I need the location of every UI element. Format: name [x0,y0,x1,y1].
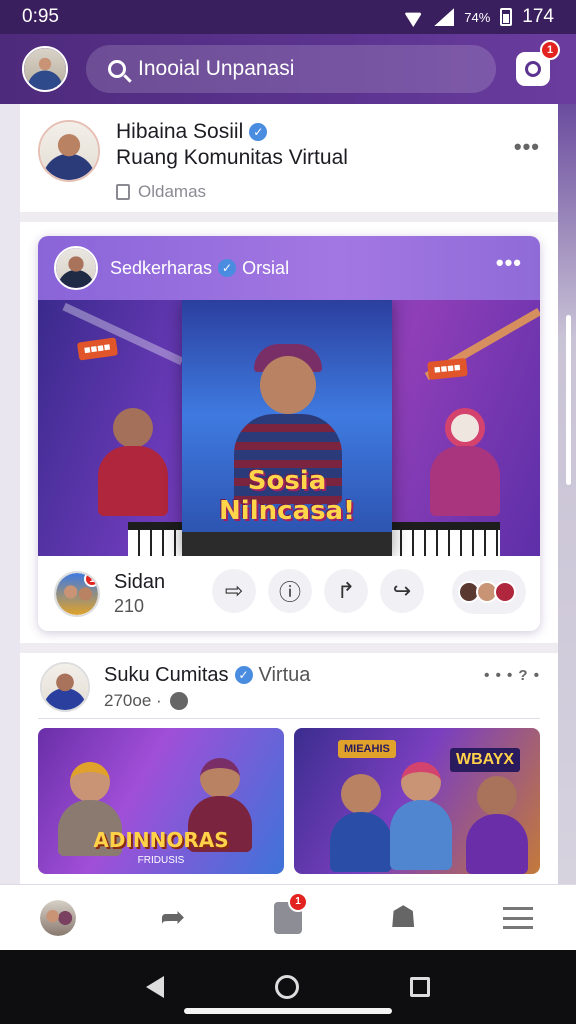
group-subtitle: Ruang Komunitas Virtual [116,146,348,169]
more-options-icon[interactable]: ••• [514,134,540,160]
post-more-icon[interactable]: ••• [496,250,522,276]
reactor-avatar [494,581,516,603]
camera-button[interactable]: 1 [516,40,560,86]
info-icon: ⓘ [278,580,301,605]
nav-menu[interactable] [490,890,546,946]
post-author-avatar[interactable] [54,246,98,290]
reactors-avatars[interactable] [452,570,526,614]
share-icon: ➦ [160,901,186,934]
forward-icon: ↱ [336,578,356,603]
status-icons: 74% 174 [402,6,554,28]
camera-icon [525,61,541,77]
post2-time-row: 270oe · [104,691,310,711]
post2-header: Suku Cumitas ✓ Virtua 270oe · • • • ? • [40,657,540,717]
commenter-count: 210 [114,595,145,616]
group-name[interactable]: Hibaina Sosiil [116,120,243,144]
thumb2-sign-right: WBAYX [450,748,521,772]
nav-share[interactable]: ➦ [145,890,201,946]
reply-button[interactable]: ↪ [380,569,424,613]
notification-badge: 1 [287,891,308,912]
reply-icon: ↪ [392,578,412,603]
share-button[interactable]: ⇨ [212,569,256,613]
app-bar: Inooial Unpanasi 1 [0,34,576,104]
group-header[interactable]: Hibaina Sosiil ✓ Ruang Komunitas Virtual… [20,104,558,222]
divider [38,718,540,719]
verified-icon: ✓ [249,123,268,141]
search-text: Inooial Unpanasi [138,57,295,80]
status-bar: 0:95 74% 174 [0,0,576,34]
poster-image: Sosia Nilncasa! [182,300,392,556]
info-button[interactable]: ⓘ [268,569,312,613]
post-image[interactable]: ■■■■ ■■■■ Sosia Nilncasa! [38,300,540,556]
post-header: Sedkerharas ✓ Orsial ••• [38,236,540,300]
post-author-name[interactable]: Sedkerharas [110,258,212,279]
battery-icon [500,8,513,26]
nav-profile-avatar [39,899,76,936]
wifi-icon [402,9,424,25]
recents-icon[interactable] [410,977,431,997]
search-bar[interactable]: Inooial Unpanasi [86,45,496,93]
poster-title: Sosia Nilncasa! [219,466,355,526]
verified-icon: ✓ [218,259,237,277]
post2-more-icon[interactable]: • • • ? • [484,667,540,684]
post2-author-name[interactable]: Suku Cumitas [104,664,229,687]
post2-author-row: Suku Cumitas ✓ Virtua [104,664,310,687]
forward-button[interactable]: ↱ [324,569,368,613]
signal-icon [434,8,455,26]
group-name-row: Hibaina Sosiil ✓ [116,120,348,144]
thumb2-sign-left: MIEAHIS [338,740,396,758]
nav-notifications[interactable]: 1 [260,890,316,946]
people-icon: ☗ [389,901,417,934]
status-time: 0:95 [22,6,59,27]
side-frame [558,104,576,884]
camera-badge: 1 [540,40,560,60]
post2-author-avatar[interactable] [40,662,90,712]
post2-image-right[interactable]: MIEAHIS WBAYX [294,728,540,874]
nav-people[interactable]: ☗ [375,890,431,946]
document-icon [116,184,130,200]
group-meta: Oldamas [116,182,348,202]
nav-profile[interactable] [30,890,86,946]
post2-image-left[interactable]: ADINNORAS FRIDUSIS [38,728,284,874]
group-avatar[interactable] [38,120,100,182]
thumb1-title: ADINNORAS [93,828,229,852]
gesture-bar[interactable] [184,1008,392,1014]
back-icon[interactable] [145,976,164,998]
commenter-name[interactable]: Sidan [114,571,165,594]
post-footer: 1 Sidan 210 ⇨ ⓘ ↱ ↪ [38,556,540,631]
group-meta-text: Oldamas [138,182,207,201]
post2-author-tag: Virtua [258,663,311,686]
profile-avatar[interactable] [22,46,68,92]
commenter-avatar[interactable]: 1 [54,570,100,617]
post-actions: ⇨ ⓘ ↱ ↪ [212,569,424,613]
post2-time: 270oe · [104,690,162,710]
commenter-badge: 1 [84,572,98,587]
menu-icon [503,906,534,929]
search-icon [108,60,126,78]
post-card[interactable]: Sedkerharas ✓ Orsial ••• ■■■■ ■■■■ Sosia… [38,236,540,631]
status-right-text: 74% [464,9,491,25]
share-icon: ⇨ [224,578,244,603]
bottom-navigation: ➦ 1 ☗ [0,884,576,950]
scrollbar[interactable] [566,315,571,485]
home-icon[interactable] [274,975,299,999]
feed[interactable]: Hibaina Sosiil ✓ Ruang Komunitas Virtual… [20,104,558,884]
section-separator [20,643,558,653]
thumb1-subtitle: FRIDUSIS [137,855,185,866]
verified-icon: ✓ [234,666,253,684]
post-author-tag: Orsial [242,257,290,278]
globe-icon [169,691,188,710]
battery-level: 174 [522,6,554,27]
